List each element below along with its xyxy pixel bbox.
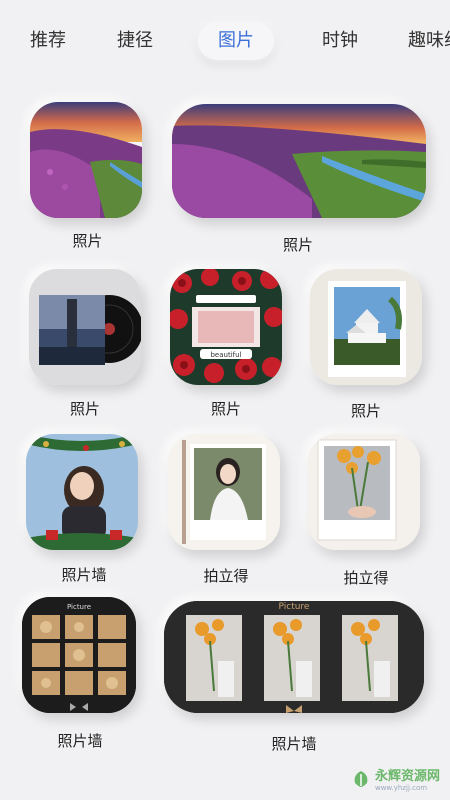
photo-widget-castle[interactable]: 照片 <box>306 265 426 425</box>
vinyl-album-image <box>29 269 141 385</box>
widget-label: 拍立得 <box>343 569 389 587</box>
widget-label: 照片 <box>282 236 313 254</box>
category-tab-bar: 推荐 捷径 图片 时钟 趣味组 <box>0 0 450 80</box>
christmas-portrait-image <box>26 434 138 550</box>
photo-wall-widget-bears[interactable]: Picture 照片墙 <box>20 595 140 755</box>
watermark-url: www.yhzjj.com <box>374 784 428 792</box>
leaf-logo-icon <box>354 770 368 787</box>
photo-thumbnail <box>26 434 138 550</box>
photo-thumbnail: beautiful <box>170 269 282 385</box>
picture-text: Picture <box>67 603 91 611</box>
photo-widget-roses[interactable]: beautiful 照片 <box>166 265 286 425</box>
photo-thumbnail <box>172 104 426 218</box>
widget-label: 照片墙 <box>57 732 103 750</box>
beautiful-text: beautiful <box>210 351 241 359</box>
widget-label: 照片 <box>72 232 103 250</box>
picture-text: Picture <box>279 602 310 612</box>
photo-widget-wide[interactable]: 照片 <box>170 100 426 260</box>
widget-label: 照片 <box>350 402 381 420</box>
polaroid-widget-portrait[interactable]: 拍立得 <box>166 430 286 590</box>
photo-thumbnail <box>308 434 420 550</box>
polaroid-flowers-image <box>308 434 420 550</box>
photo-wall-widget-christmas[interactable]: 照片墙 <box>24 430 144 590</box>
landscape-image <box>172 104 426 218</box>
widget-label: 照片 <box>210 400 241 418</box>
polaroid-portrait-image <box>168 434 280 550</box>
photo-widget-album[interactable]: 照片 <box>25 265 145 425</box>
tab-pictures[interactable]: 图片 <box>198 22 274 60</box>
roses-frame-image: beautiful <box>170 269 282 385</box>
photo-widget-small[interactable]: 照片 <box>30 100 145 260</box>
photo-thumbnail <box>168 434 280 550</box>
widget-label: 照片 <box>69 400 100 418</box>
tab-recommend[interactable]: 推荐 <box>30 22 66 60</box>
photo-thumbnail: Picture <box>22 597 136 713</box>
polaroid-widget-flowers[interactable]: 拍立得 <box>306 430 426 590</box>
watermark-text: 永辉资源网 <box>374 769 440 784</box>
flowers-strip-image: Picture <box>164 601 424 713</box>
landscape-image <box>30 102 142 218</box>
tab-fun[interactable]: 趣味组 <box>408 22 450 60</box>
tab-shortcuts[interactable]: 捷径 <box>117 22 153 60</box>
site-watermark: 永辉资源网 www.yhzjj.com <box>351 765 440 792</box>
photo-thumbnail <box>30 102 142 218</box>
widget-label: 拍立得 <box>203 567 249 585</box>
widget-label: 照片墙 <box>271 735 317 753</box>
photo-thumbnail: Picture <box>164 601 424 713</box>
photo-thumbnail <box>310 269 422 385</box>
tab-clock[interactable]: 时钟 <box>322 22 358 60</box>
photo-thumbnail <box>29 269 141 385</box>
teddy-bears-wall-image: Picture <box>22 597 136 713</box>
castle-photo-image <box>310 269 422 385</box>
widget-label: 照片墙 <box>61 566 107 584</box>
photo-wall-widget-wide[interactable]: Picture 照片墙 <box>160 595 428 760</box>
